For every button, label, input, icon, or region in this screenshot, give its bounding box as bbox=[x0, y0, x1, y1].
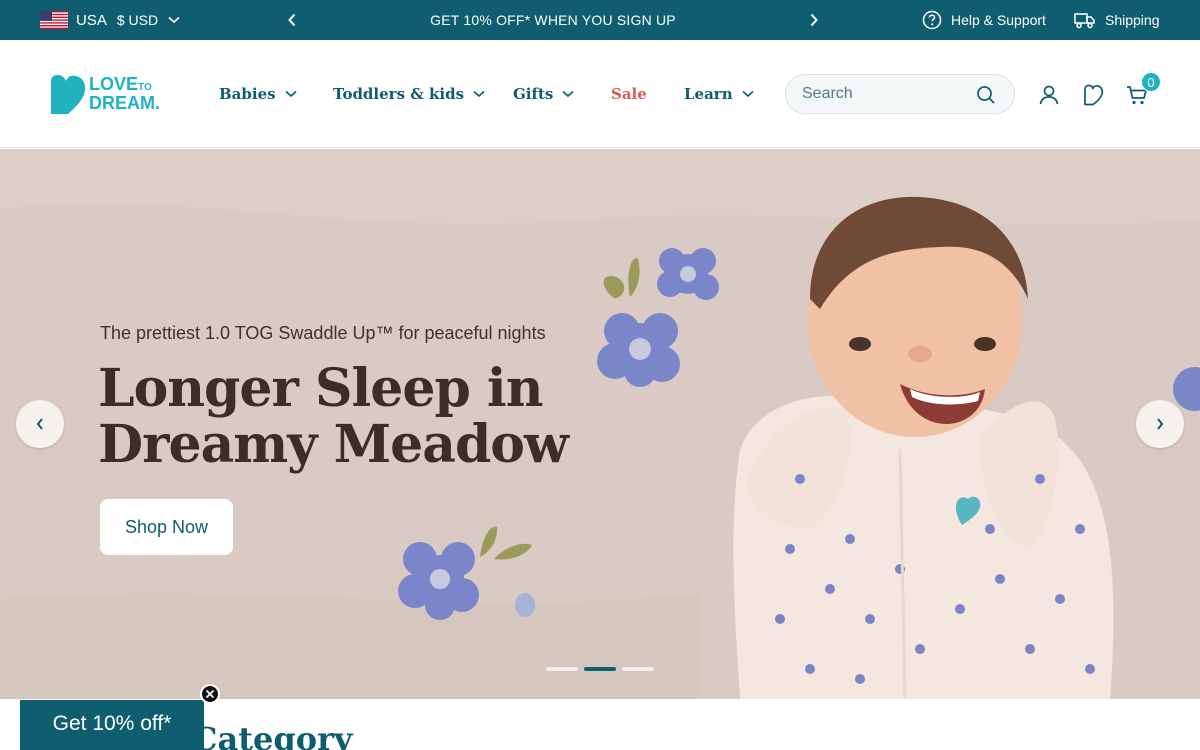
shipping-label: Shipping bbox=[1105, 12, 1160, 28]
logo-text-line2: DREAM. bbox=[89, 93, 160, 113]
wishlist-heart-icon[interactable] bbox=[1081, 83, 1105, 107]
slide-indicator-3[interactable] bbox=[622, 667, 654, 671]
slide-indicator-1[interactable] bbox=[546, 667, 578, 671]
hero-title: Longer Sleep in Dreamy Meadow bbox=[98, 358, 569, 475]
site-header: LOVETO DREAM. Babies Toddlers & kids Gif… bbox=[0, 40, 1200, 148]
nav-gifts-label: Gifts bbox=[513, 85, 554, 103]
nav-learn-label: Learn bbox=[684, 85, 733, 103]
truck-icon bbox=[1074, 13, 1095, 29]
hero-prev-button[interactable] bbox=[16, 400, 64, 448]
search-input[interactable] bbox=[802, 75, 972, 113]
promo-next-button[interactable] bbox=[804, 10, 824, 30]
discount-popup-tab[interactable]: Get 10% off* bbox=[20, 700, 204, 750]
hero-next-button[interactable] bbox=[1136, 400, 1184, 448]
shop-now-button[interactable]: Shop Now bbox=[100, 499, 233, 555]
locale-currency: $ USD bbox=[116, 12, 159, 28]
hero-banner: The prettiest 1.0 TOG Swaddle Up™ for pe… bbox=[0, 149, 1200, 699]
slide-indicator-2[interactable] bbox=[584, 667, 616, 671]
nav-learn[interactable]: Learn bbox=[684, 40, 754, 148]
nav-gifts[interactable]: Gifts bbox=[513, 40, 574, 148]
chevron-right-icon bbox=[810, 13, 818, 27]
account-icon[interactable] bbox=[1037, 83, 1061, 107]
chevron-left-icon bbox=[288, 13, 296, 27]
shipping-link[interactable]: Shipping bbox=[1074, 0, 1160, 40]
help-support-link[interactable]: Help & Support bbox=[922, 0, 1046, 40]
nav-babies-label: Babies bbox=[219, 85, 276, 103]
announcement-bar: USA $ USD GET 10% OFF* WHEN YOU SIGN UP … bbox=[0, 0, 1200, 40]
help-circle-icon bbox=[922, 10, 942, 30]
search-icon[interactable] bbox=[976, 85, 996, 105]
nav-toddlers-kids-label: Toddlers & kids bbox=[333, 85, 465, 103]
brand-logo[interactable]: LOVETO DREAM. bbox=[48, 74, 178, 116]
chevron-right-icon bbox=[1157, 418, 1164, 430]
chevron-left-icon bbox=[36, 418, 43, 430]
promo-prev-button[interactable] bbox=[282, 10, 302, 30]
cart-count-badge: 0 bbox=[1141, 72, 1161, 92]
promo-message[interactable]: GET 10% OFF* WHEN YOU SIGN UP bbox=[300, 0, 806, 40]
logo-word-love: LOVE bbox=[89, 74, 139, 94]
locale-selector[interactable]: USA $ USD bbox=[40, 0, 180, 40]
nav-toddlers-kids[interactable]: Toddlers & kids bbox=[333, 40, 485, 148]
close-icon bbox=[205, 689, 215, 699]
slide-indicators bbox=[546, 667, 660, 671]
chevron-down-icon bbox=[742, 90, 754, 98]
nav-sale[interactable]: Sale bbox=[611, 40, 647, 148]
logo-word-to: TO bbox=[138, 82, 152, 93]
us-flag-icon bbox=[40, 11, 68, 29]
category-heading: Category bbox=[192, 720, 353, 750]
nav-babies[interactable]: Babies bbox=[219, 40, 297, 148]
chevron-down-icon bbox=[562, 90, 574, 98]
chevron-down-icon bbox=[473, 90, 485, 98]
chevron-down-icon bbox=[285, 90, 297, 98]
help-support-label: Help & Support bbox=[951, 12, 1046, 28]
chevron-down-icon bbox=[168, 16, 180, 24]
hero-subtitle: The prettiest 1.0 TOG Swaddle Up™ for pe… bbox=[100, 323, 546, 343]
heart-logo-icon bbox=[51, 75, 86, 114]
locale-country: USA bbox=[76, 11, 107, 29]
popup-close-button[interactable] bbox=[200, 684, 220, 704]
search-box[interactable] bbox=[785, 74, 1015, 114]
